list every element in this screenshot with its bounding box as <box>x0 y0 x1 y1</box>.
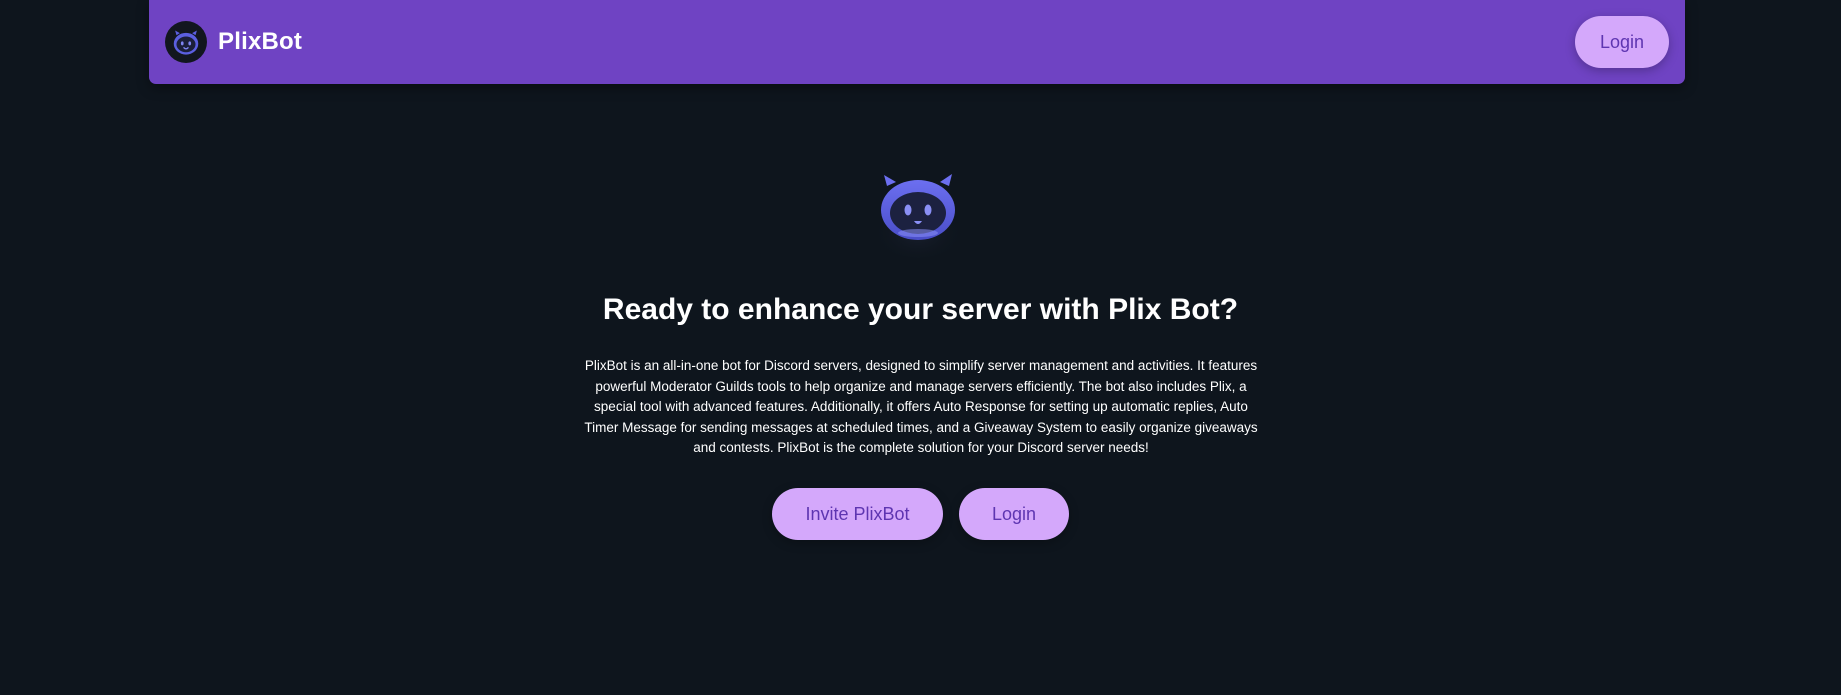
hero-login-button[interactable]: Login <box>959 488 1069 540</box>
top-navbar: PlixBot Login <box>149 0 1685 84</box>
brand-home-link[interactable]: PlixBot <box>165 21 302 63</box>
hero-title: Ready to enhance your server with Plix B… <box>602 293 1239 326</box>
brand-name: PlixBot <box>218 28 303 55</box>
invite-plixbot-button[interactable]: Invite PlixBot <box>772 488 943 540</box>
hero-cta-group: Invite PlixBot Login <box>0 488 1841 540</box>
plixbot-mascot-icon <box>165 21 207 63</box>
navbar-login-button[interactable]: Login <box>1575 16 1669 68</box>
plixbot-mascot-icon <box>870 170 966 260</box>
hero-description: PlixBot is an all-in-one bot for Discord… <box>584 358 1258 455</box>
